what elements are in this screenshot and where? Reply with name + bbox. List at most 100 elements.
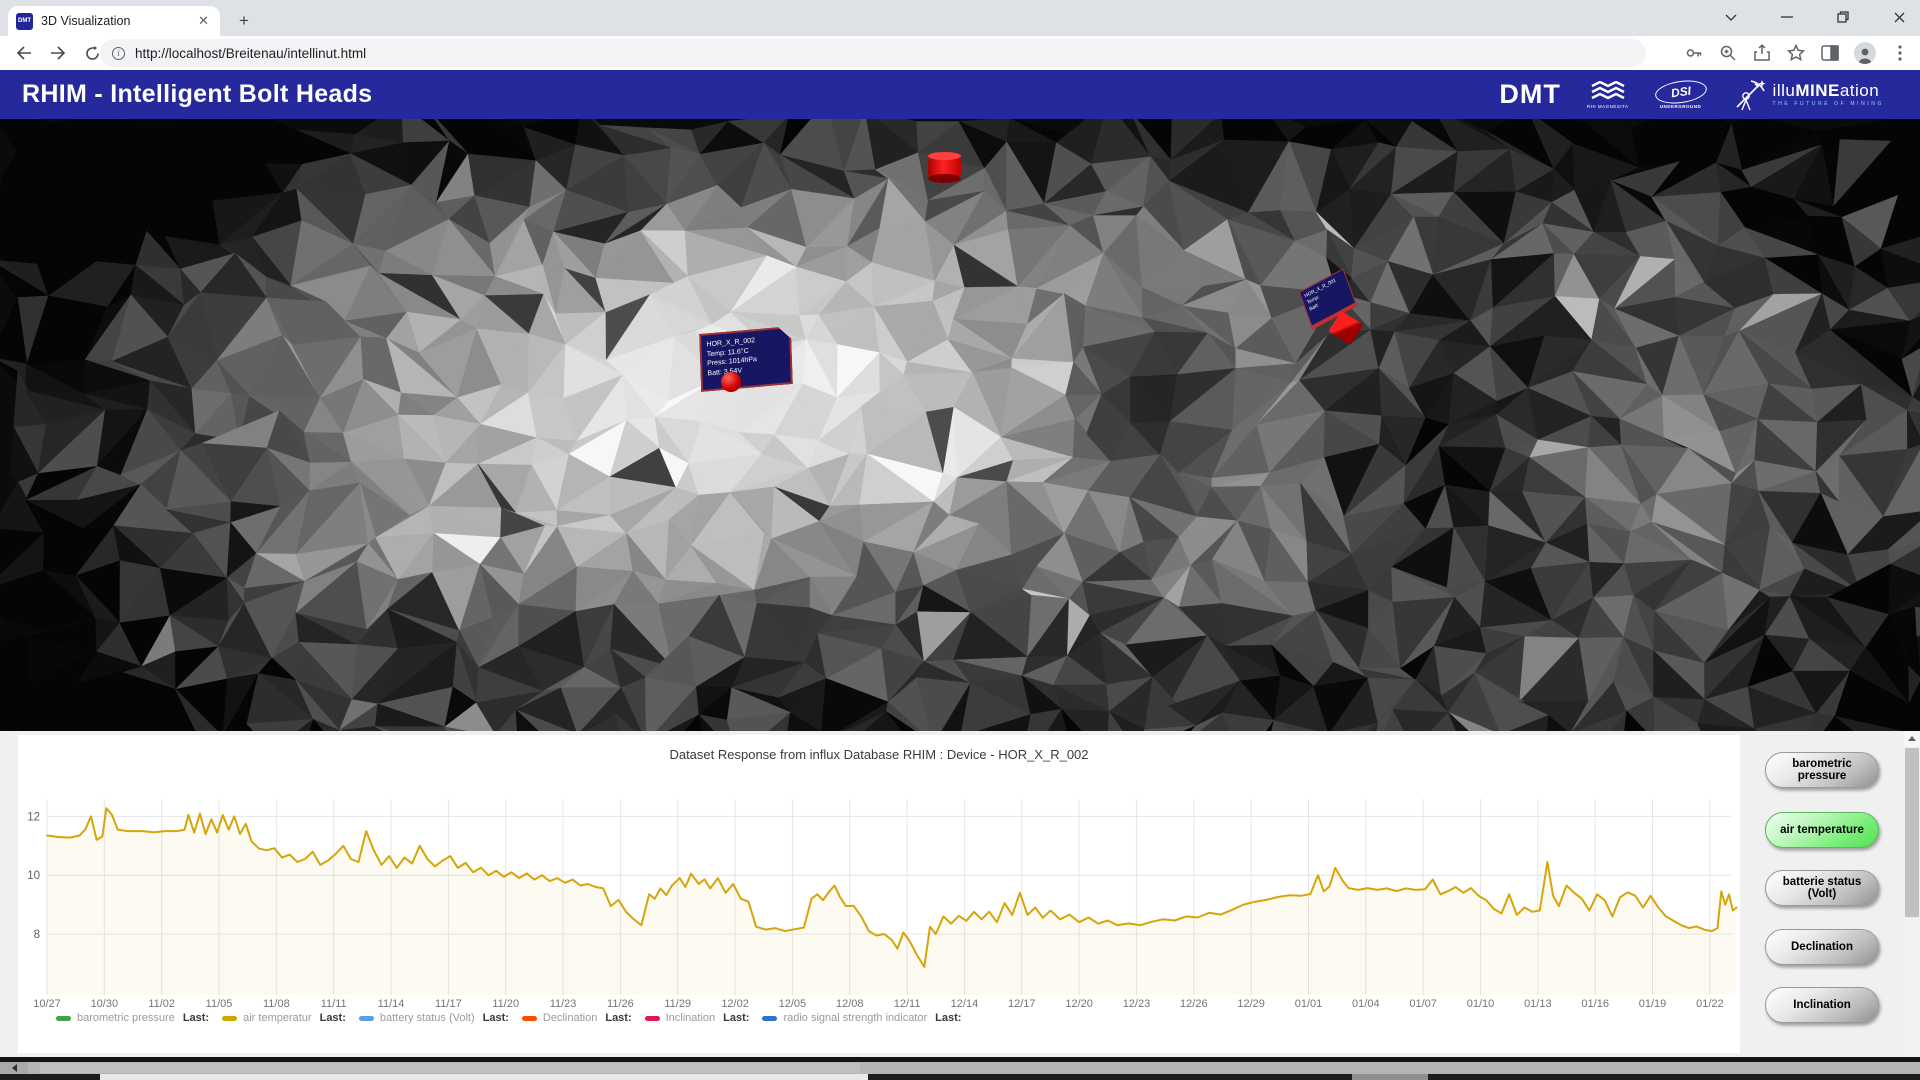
- button-air-temperature[interactable]: air temperature: [1765, 812, 1879, 848]
- page-title: RHIM - Intelligent Bolt Heads: [22, 70, 372, 119]
- rhi-magnesita-logo: RHI MAGNESITA: [1587, 81, 1629, 109]
- tab-close-icon[interactable]: ✕: [195, 13, 212, 29]
- svg-text:12/05: 12/05: [779, 998, 807, 1010]
- browser-menu-kebab-icon[interactable]: [1890, 43, 1910, 63]
- svg-text:01/16: 01/16: [1581, 998, 1609, 1010]
- favicon-dmt-icon: DMT: [16, 13, 33, 30]
- browser-window: DMT 3D Visualization ✕ + i http:/: [0, 0, 1920, 1080]
- svg-text:12/17: 12/17: [1008, 998, 1036, 1010]
- zoom-page-icon[interactable]: [1718, 43, 1738, 63]
- legend-swatch: [359, 1016, 374, 1021]
- svg-text:01/13: 01/13: [1524, 998, 1552, 1010]
- legend-swatch: [762, 1016, 777, 1021]
- dmt-logo: DMT: [1499, 79, 1560, 110]
- time-series-chart: 10/2710/3011/0211/0511/0811/1111/1411/17…: [18, 735, 1740, 1053]
- legend-label: radio signal strength indicator: [783, 1012, 927, 1024]
- app-header: RHIM - Intelligent Bolt Heads DMT RHI MA…: [0, 70, 1920, 119]
- legend-swatch: [645, 1016, 660, 1021]
- svg-text:01/01: 01/01: [1295, 998, 1323, 1010]
- svg-text:8: 8: [34, 929, 40, 941]
- browser-toolbar: i http://localhost/Breitenau/intellinut.…: [0, 36, 1920, 70]
- vertical-scrollbar[interactable]: [1904, 731, 1920, 1057]
- svg-text:12/26: 12/26: [1180, 998, 1208, 1010]
- svg-text:01/19: 01/19: [1639, 998, 1667, 1010]
- legend-label: Inclination: [666, 1012, 716, 1024]
- legend-last-value: Last:: [935, 1012, 961, 1024]
- svg-text:12/11: 12/11: [894, 998, 921, 1010]
- scroll-up-arrow[interactable]: [1904, 731, 1920, 746]
- share-icon[interactable]: [1752, 43, 1772, 63]
- legend-last-value: Last:: [723, 1012, 749, 1024]
- svg-text:11/02: 11/02: [148, 998, 175, 1010]
- svg-text:10/30: 10/30: [91, 998, 119, 1010]
- svg-text:10: 10: [27, 870, 40, 882]
- window-minimize-button[interactable]: [1766, 0, 1808, 34]
- legend-item[interactable]: radio signal strength indicator Last:: [762, 1012, 961, 1024]
- svg-text:11/11: 11/11: [321, 998, 347, 1010]
- horizontal-scroll-thumb[interactable]: [40, 1063, 860, 1073]
- site-info-icon[interactable]: i: [112, 47, 125, 60]
- bolt-head-marker-wall[interactable]: [721, 372, 741, 392]
- tab-title: 3D Visualization: [41, 14, 195, 28]
- illumineation-tagline: THE FUTURE OF MINING: [1773, 102, 1884, 107]
- legend-item[interactable]: Inclination Last:: [645, 1012, 750, 1024]
- legend-last-value: Last:: [183, 1012, 209, 1024]
- button-batterie-status[interactable]: batterie status (Volt): [1765, 870, 1879, 906]
- bolt-head-marker-ceiling[interactable]: [928, 155, 961, 179]
- dsi-underground-logo: DSI UNDERGROUND: [1655, 81, 1707, 109]
- window-chevron-icon[interactable]: [1710, 0, 1752, 34]
- svg-text:11/29: 11/29: [664, 998, 691, 1010]
- horizontal-scrollbar[interactable]: [0, 1062, 1920, 1074]
- svg-text:12/08: 12/08: [836, 998, 864, 1010]
- address-bar[interactable]: i http://localhost/Breitenau/intellinut.…: [100, 39, 1646, 67]
- new-tab-button[interactable]: +: [232, 9, 256, 33]
- legend-swatch: [56, 1016, 71, 1021]
- legend-item[interactable]: Declination Last:: [522, 1012, 632, 1024]
- bookmark-star-icon[interactable]: [1786, 43, 1806, 63]
- svg-text:11/08: 11/08: [263, 998, 290, 1010]
- vertical-scroll-thumb[interactable]: [1905, 748, 1919, 917]
- rhi-waves-icon: [1590, 81, 1626, 103]
- scroll-left-arrow[interactable]: [0, 1062, 28, 1074]
- password-key-icon[interactable]: [1684, 43, 1704, 63]
- button-inclination[interactable]: Inclination: [1765, 987, 1879, 1023]
- legend-swatch: [222, 1016, 237, 1021]
- browser-tab[interactable]: DMT 3D Visualization ✕: [8, 6, 220, 36]
- legend-last-value: Last:: [605, 1012, 631, 1024]
- svg-text:12: 12: [27, 811, 40, 823]
- legend-item[interactable]: barometric pressure Last:: [56, 1012, 209, 1024]
- legend-last-value: Last:: [320, 1012, 346, 1024]
- button-barometric-pressure[interactable]: barometric pressure: [1765, 752, 1879, 788]
- svg-text:01/22: 01/22: [1696, 998, 1724, 1010]
- svg-text:01/04: 01/04: [1352, 998, 1380, 1010]
- back-button[interactable]: [10, 39, 38, 67]
- window-restore-button[interactable]: [1822, 0, 1864, 34]
- legend-item[interactable]: air temperatur Last:: [222, 1012, 346, 1024]
- taskbar-sliver: [0, 1074, 1920, 1080]
- svg-text:12/02: 12/02: [721, 998, 749, 1010]
- svg-text:12/29: 12/29: [1237, 998, 1265, 1010]
- legend-label: barometric pressure: [77, 1012, 175, 1024]
- forward-button[interactable]: [44, 39, 72, 67]
- tab-strip: DMT 3D Visualization ✕ +: [0, 0, 1920, 36]
- chart-legend: barometric pressure Last: air temperatur La…: [56, 1012, 961, 1024]
- svg-text:10/27: 10/27: [33, 998, 61, 1010]
- svg-text:11/26: 11/26: [607, 998, 634, 1010]
- sensor-info-plaque: HOR_X_R_002 Temp: 11.6°C Press: 1014hPa …: [699, 326, 793, 392]
- svg-text:01/10: 01/10: [1467, 998, 1495, 1010]
- profile-avatar[interactable]: [1854, 42, 1876, 64]
- legend-label: Declination: [543, 1012, 597, 1024]
- side-panel-icon[interactable]: [1820, 43, 1840, 63]
- tunnel-mesh-canvas: [0, 119, 1920, 731]
- tunnel-3d-viewport[interactable]: HOR_X_R_002 Temp: 11.6°C Press: 1014hPa …: [0, 119, 1920, 731]
- illumineation-logo: illuMINEation THE FUTURE OF MINING: [1733, 79, 1884, 111]
- window-close-button[interactable]: [1878, 0, 1920, 34]
- legend-label: air temperatur: [243, 1012, 311, 1024]
- legend-item[interactable]: battery status (Volt)Last:: [359, 1012, 509, 1024]
- svg-text:12/14: 12/14: [951, 998, 979, 1010]
- svg-text:11/05: 11/05: [206, 998, 233, 1010]
- button-declination[interactable]: Declination: [1765, 929, 1879, 965]
- legend-last-value: Last:: [483, 1012, 509, 1024]
- url-text[interactable]: http://localhost/Breitenau/intellinut.ht…: [135, 46, 366, 61]
- svg-text:12/23: 12/23: [1123, 998, 1151, 1010]
